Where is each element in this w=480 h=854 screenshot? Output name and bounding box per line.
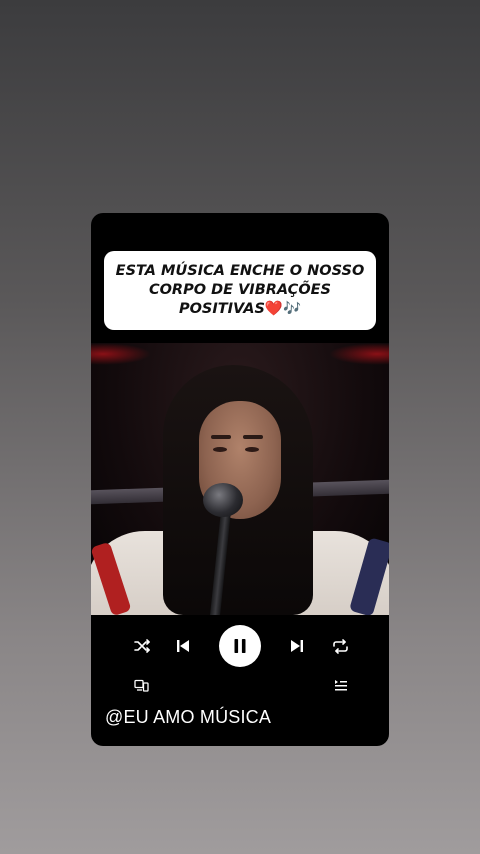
player-card: ESTA MÚSICA ENCHE O NOSSO CORPO DE VIBRA… bbox=[91, 213, 389, 746]
microphone bbox=[203, 483, 243, 517]
caption-box: ESTA MÚSICA ENCHE O NOSSO CORPO DE VIBRA… bbox=[104, 251, 376, 330]
playback-controls: @EU AMO MÚSICA bbox=[91, 615, 389, 746]
pause-button[interactable] bbox=[219, 625, 261, 667]
previous-icon[interactable] bbox=[171, 634, 195, 658]
account-handle: @EU AMO MÚSICA bbox=[105, 707, 272, 727]
pause-icon bbox=[234, 639, 246, 653]
shuffle-icon[interactable] bbox=[131, 635, 153, 657]
devices-icon[interactable] bbox=[131, 675, 151, 695]
queue-icon[interactable] bbox=[331, 675, 351, 695]
caption-text: ESTA MÚSICA ENCHE O NOSSO CORPO DE VIBRA… bbox=[116, 262, 365, 319]
music-notes-emoji: 🎶 bbox=[282, 301, 302, 317]
caption-line-3: POSITIVAS bbox=[178, 301, 265, 317]
caption-line-1: ESTA MÚSICA ENCHE O NOSSO bbox=[115, 263, 365, 279]
caption-line-2: CORPO DE VIBRAÇÕES bbox=[148, 282, 332, 298]
stage-light bbox=[91, 343, 151, 365]
heart-emoji: ❤️ bbox=[264, 301, 283, 317]
singer-brow bbox=[211, 435, 231, 439]
video-frame[interactable] bbox=[91, 343, 389, 615]
repeat-icon[interactable] bbox=[329, 635, 351, 657]
singer-eye bbox=[245, 447, 259, 452]
singer-brow bbox=[243, 435, 263, 439]
stage-light bbox=[329, 343, 389, 365]
next-icon[interactable] bbox=[285, 634, 309, 658]
singer-eye bbox=[213, 447, 227, 452]
